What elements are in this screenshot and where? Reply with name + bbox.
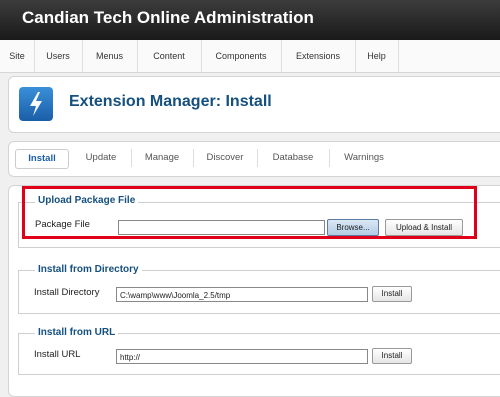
url-legend: Install from URL [35, 327, 119, 338]
install-directory-button[interactable]: Install [372, 286, 412, 302]
install-url-label: Install URL [34, 349, 81, 360]
highlight-box [22, 186, 477, 239]
app-title: Candian Tech Online Administration [22, 8, 314, 27]
install-url-input[interactable]: http:// [116, 349, 368, 364]
menu-item-help[interactable]: Help [355, 40, 399, 72]
submenu-panel: Install Update Manage Discover Database … [8, 141, 500, 177]
tab-discover[interactable]: Discover [193, 149, 258, 167]
menu-item-site[interactable]: Site [0, 40, 35, 72]
install-directory-label: Install Directory [34, 287, 100, 298]
install-url-button[interactable]: Install [372, 348, 412, 364]
tab-manage[interactable]: Manage [131, 149, 194, 167]
install-icon [19, 87, 53, 121]
tab-install[interactable]: Install [15, 149, 69, 169]
menu-item-components[interactable]: Components [201, 40, 282, 72]
install-directory-input[interactable]: C:\wamp\www\Joomla_2.5/tmp [116, 287, 368, 302]
app-header: Candian Tech Online Administration [0, 0, 500, 40]
menu-item-users[interactable]: Users [34, 40, 83, 72]
tab-database[interactable]: Database [257, 149, 330, 167]
tab-warnings[interactable]: Warnings [329, 149, 399, 167]
toolbar-panel: Extension Manager: Install [8, 76, 500, 133]
menu-item-menus[interactable]: Menus [82, 40, 138, 72]
directory-legend: Install from Directory [35, 264, 142, 275]
page-title: Extension Manager: Install [69, 93, 272, 110]
directory-fieldset: Install from Directory Install Directory… [18, 264, 500, 314]
main-menu: Site Users Menus Content Components Exte… [0, 40, 500, 73]
menu-item-content[interactable]: Content [137, 40, 202, 72]
menu-item-extensions[interactable]: Extensions [281, 40, 356, 72]
url-fieldset: Install from URL Install URL http:// Ins… [18, 327, 500, 375]
tab-update[interactable]: Update [71, 149, 132, 167]
